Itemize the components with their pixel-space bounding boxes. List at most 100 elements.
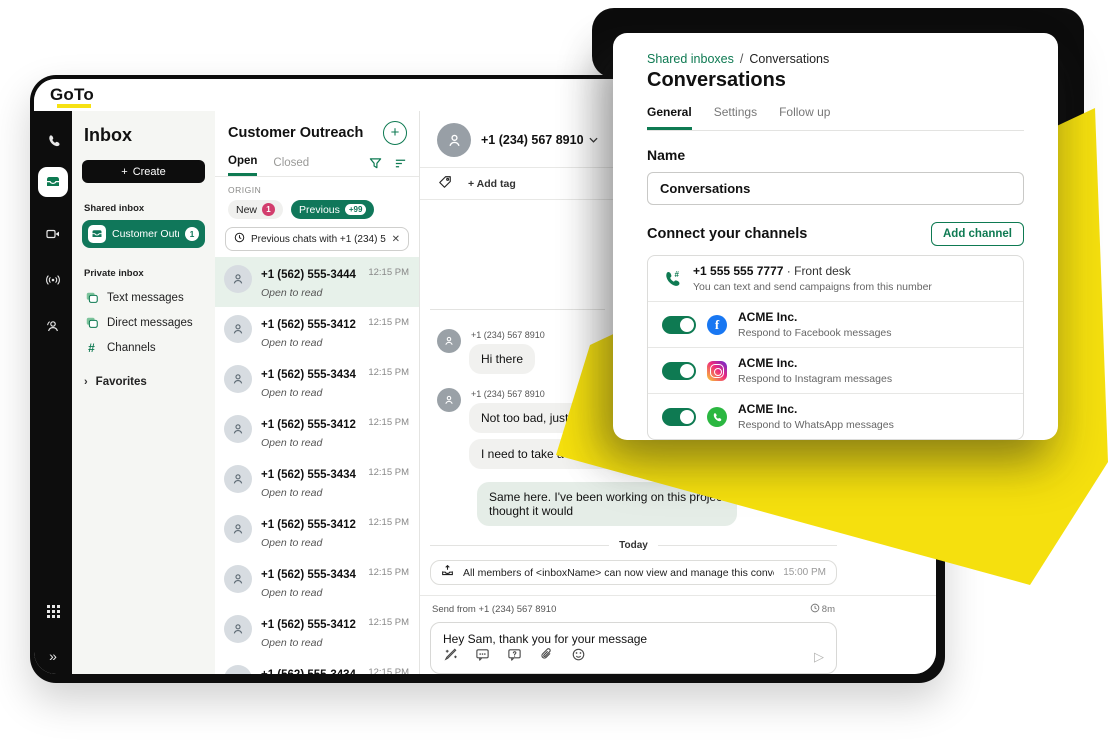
tab-settings[interactable]: Settings	[714, 105, 757, 130]
apps-grid-icon[interactable]	[38, 596, 68, 626]
tab-closed[interactable]: Closed	[273, 157, 309, 175]
conversation-row[interactable]: +1 (562) 555-3434Open to read 12:15 PM	[215, 457, 419, 507]
sidebar-item-customer-outreach[interactable]: Customer Outreach 1	[82, 220, 205, 248]
unread-badge: 1	[185, 227, 199, 241]
conversation-list-panel: Customer Outreach + Open Closed	[215, 111, 420, 674]
whatsapp-toggle[interactable]	[662, 408, 696, 426]
instagram-toggle[interactable]	[662, 362, 696, 380]
avatar	[224, 615, 252, 643]
svg-text:#: #	[675, 270, 680, 279]
avatar	[437, 329, 461, 353]
new-conversation-button[interactable]: +	[383, 121, 407, 145]
send-from-label: Send from +1 (234) 567 8910	[432, 604, 556, 615]
conversation-row[interactable]: +1 (562) 555-3434Open to read 12:15 PM	[215, 657, 419, 674]
video-icon[interactable]	[38, 219, 68, 249]
channel-row-facebook: f ACME Inc. Respond to Facebook messages	[648, 301, 1023, 347]
inbox-share-icon	[441, 564, 454, 582]
help-message-icon[interactable]	[507, 647, 522, 667]
avatar	[224, 665, 252, 674]
message-sender: +1 (234) 567 8910	[471, 389, 626, 399]
logo-underline	[57, 104, 91, 108]
tab-general[interactable]: General	[647, 105, 692, 130]
send-icon[interactable]: ▷	[814, 649, 824, 665]
conversation-row[interactable]: +1 (562) 555-3412Open to read 12:15 PM	[215, 407, 419, 457]
plus-icon: +	[121, 166, 127, 178]
goto-logo-text: GoTo	[50, 85, 94, 104]
template-message-icon[interactable]	[475, 647, 490, 667]
list-title: Customer Outreach	[228, 125, 363, 141]
message-sender: +1 (234) 567 8910	[471, 330, 545, 340]
system-notice: All members of <inboxName> can now view …	[430, 560, 837, 585]
channel-row-instagram: ACME Inc. Respond to Instagram messages	[648, 347, 1023, 393]
outgoing-message-bubble: Same here. I've been working on this pro…	[477, 482, 737, 526]
inbox-icon[interactable]	[38, 167, 68, 197]
conversations-settings-card: Shared inboxes / Conversations Conversat…	[613, 33, 1058, 440]
sidebar-item-channels[interactable]: # Channels	[82, 335, 205, 360]
instagram-icon	[707, 361, 727, 381]
tab-open[interactable]: Open	[228, 155, 257, 176]
nav-rail: »	[34, 111, 72, 674]
add-tag-button[interactable]: + Add tag	[468, 178, 516, 190]
chat-squares-icon	[84, 315, 99, 330]
message-input[interactable]: Hey Sam, thank you for your message ▷	[430, 622, 837, 674]
avatar	[224, 565, 252, 593]
filter-icon[interactable]	[369, 157, 382, 175]
conversation-row[interactable]: +1 (562) 555-3444Open to read 12:15 PM	[215, 257, 419, 307]
breadcrumb-shared-inboxes[interactable]: Shared inboxes	[647, 52, 734, 66]
close-icon[interactable]: ✕	[392, 234, 400, 245]
add-channel-button[interactable]: Add channel	[931, 222, 1024, 246]
avatar	[224, 265, 252, 293]
message-draft: Hey Sam, thank you for your message	[443, 632, 824, 646]
conversation-row[interactable]: +1 (562) 555-3412Open to read 12:15 PM	[215, 507, 419, 557]
broadcast-icon[interactable]	[38, 265, 68, 295]
chip-new[interactable]: New 1	[228, 200, 283, 219]
tab-follow-up[interactable]: Follow up	[779, 105, 830, 130]
facebook-toggle[interactable]	[662, 316, 696, 334]
stage: GoTo	[0, 0, 1110, 741]
sidebar-title: Inbox	[84, 125, 205, 146]
timer-value: 8m	[822, 604, 835, 615]
conversation-row[interactable]: +1 (562) 555-3412Open to read 12:15 PM	[215, 607, 419, 657]
channel-phone-number: +1 555 555 7777	[693, 264, 783, 278]
sidebar-item-text-messages[interactable]: Text messages	[82, 285, 205, 310]
message-bubble: I need to take a break fr	[469, 439, 620, 469]
message-bubble: Hi there	[469, 344, 535, 374]
conversation-row[interactable]: +1 (562) 555-3434Open to read 12:15 PM	[215, 357, 419, 407]
page-title: Conversations	[647, 69, 1024, 92]
ai-rewrite-icon[interactable]	[443, 647, 458, 667]
phone-number-icon: #	[662, 269, 682, 289]
shared-inbox-label: Shared inbox	[84, 203, 205, 214]
facebook-icon: f	[707, 315, 727, 335]
sidebar-item-direct-messages[interactable]: Direct messages	[82, 310, 205, 335]
chat-squares-icon	[84, 290, 99, 305]
avatar	[224, 465, 252, 493]
contacts-icon[interactable]	[38, 311, 68, 341]
channels-list: # +1 555 555 7777 · Front desk You can t…	[647, 255, 1024, 440]
favorites-toggle[interactable]: › Favorites	[82, 376, 205, 388]
emoji-icon[interactable]	[571, 647, 586, 667]
previous-count-badge: +99	[345, 204, 367, 215]
conversation-row[interactable]: +1 (562) 555-3412Open to read 12:15 PM	[215, 307, 419, 357]
attachment-icon[interactable]	[539, 647, 554, 667]
history-icon	[234, 232, 245, 246]
origin-label: ORIGIN	[228, 185, 419, 195]
private-inbox-label: Private inbox	[84, 268, 205, 279]
sort-icon[interactable]	[394, 157, 407, 175]
message-bubble: Not too bad, just trying to	[469, 403, 626, 433]
name-label: Name	[647, 147, 1024, 163]
conversation-list: +1 (562) 555-3444Open to read 12:15 PM +…	[215, 257, 419, 674]
contact-name-menu[interactable]: +1 (234) 567 8910	[481, 133, 598, 147]
inbox-name-input[interactable]	[647, 172, 1024, 205]
chip-previous[interactable]: Previous +99	[291, 200, 374, 219]
conversation-row[interactable]: +1 (562) 555-3434Open to read 12:15 PM	[215, 557, 419, 607]
phone-icon[interactable]	[38, 125, 68, 155]
avatar	[224, 515, 252, 543]
whatsapp-icon	[707, 407, 727, 427]
hash-icon: #	[84, 340, 99, 355]
avatar	[224, 315, 252, 343]
create-button[interactable]: + Create	[82, 160, 205, 183]
expand-rail-icon[interactable]: »	[49, 648, 57, 664]
timer-clock-icon	[810, 603, 820, 616]
active-filter-chip[interactable]: Previous chats with +1 (234) 567-8900 ✕	[225, 227, 409, 251]
breadcrumb-current: Conversations	[749, 52, 829, 66]
